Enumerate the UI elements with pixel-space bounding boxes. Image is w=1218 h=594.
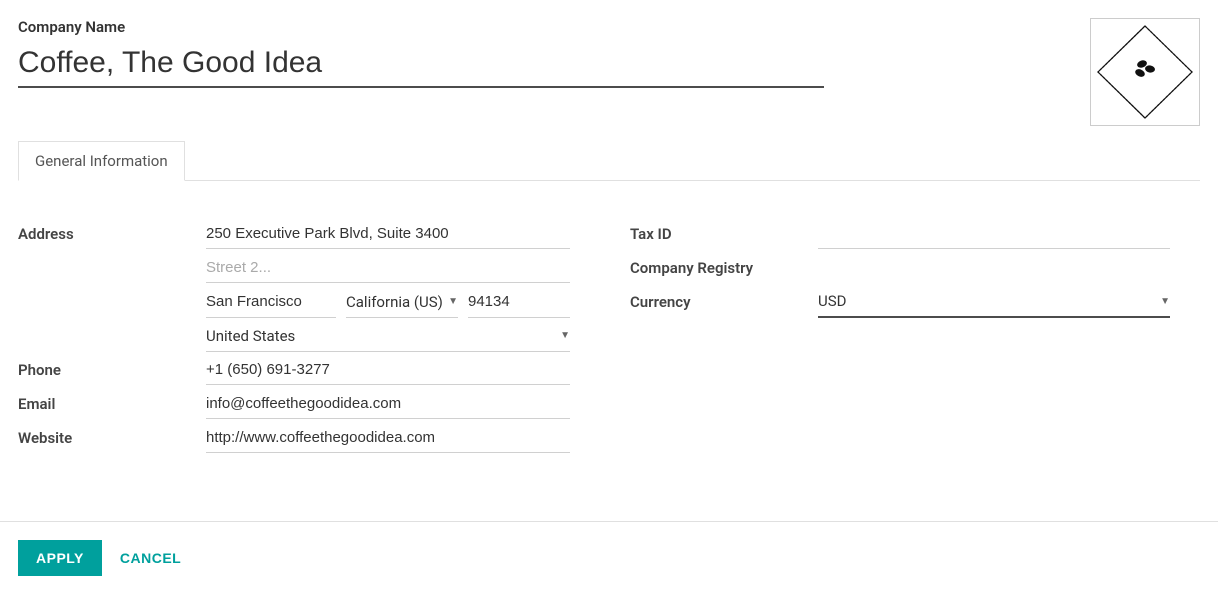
country-select[interactable]: United States ▼ [206,321,570,352]
cancel-button[interactable]: CANCEL [120,550,181,566]
tax-id-input[interactable] [818,219,1170,249]
company-registry-label: Company Registry [630,259,818,277]
tabs: General Information [18,140,1200,181]
chevron-down-icon: ▼ [560,330,570,341]
chevron-down-icon: ▼ [1160,296,1170,307]
tab-general-information[interactable]: General Information [18,141,185,181]
address-label: Address [18,225,206,243]
phone-label: Phone [18,361,206,379]
email-input[interactable] [206,389,570,419]
street2-input[interactable] [206,253,570,283]
company-logo[interactable] [1090,18,1200,126]
currency-label: Currency [630,293,818,311]
zip-input[interactable] [468,287,570,318]
city-input[interactable] [206,287,336,318]
phone-input[interactable] [206,355,570,385]
street-input[interactable] [206,219,570,249]
currency-value: USD [818,292,1156,310]
currency-select[interactable]: USD ▼ [818,286,1170,318]
chevron-down-icon: ▼ [448,296,458,307]
website-input[interactable] [206,423,570,453]
company-name-label: Company Name [18,18,824,36]
state-value: California (US) [346,293,444,311]
country-value: United States [206,327,556,345]
coffee-beans-diamond-icon [1092,20,1198,124]
state-select[interactable]: California (US) ▼ [346,287,458,318]
apply-button[interactable]: APPLY [18,540,102,576]
website-label: Website [18,429,206,447]
company-name-input[interactable] [18,40,824,88]
company-registry-input[interactable] [818,254,1170,283]
tax-id-label: Tax ID [630,225,818,243]
email-label: Email [18,395,206,413]
